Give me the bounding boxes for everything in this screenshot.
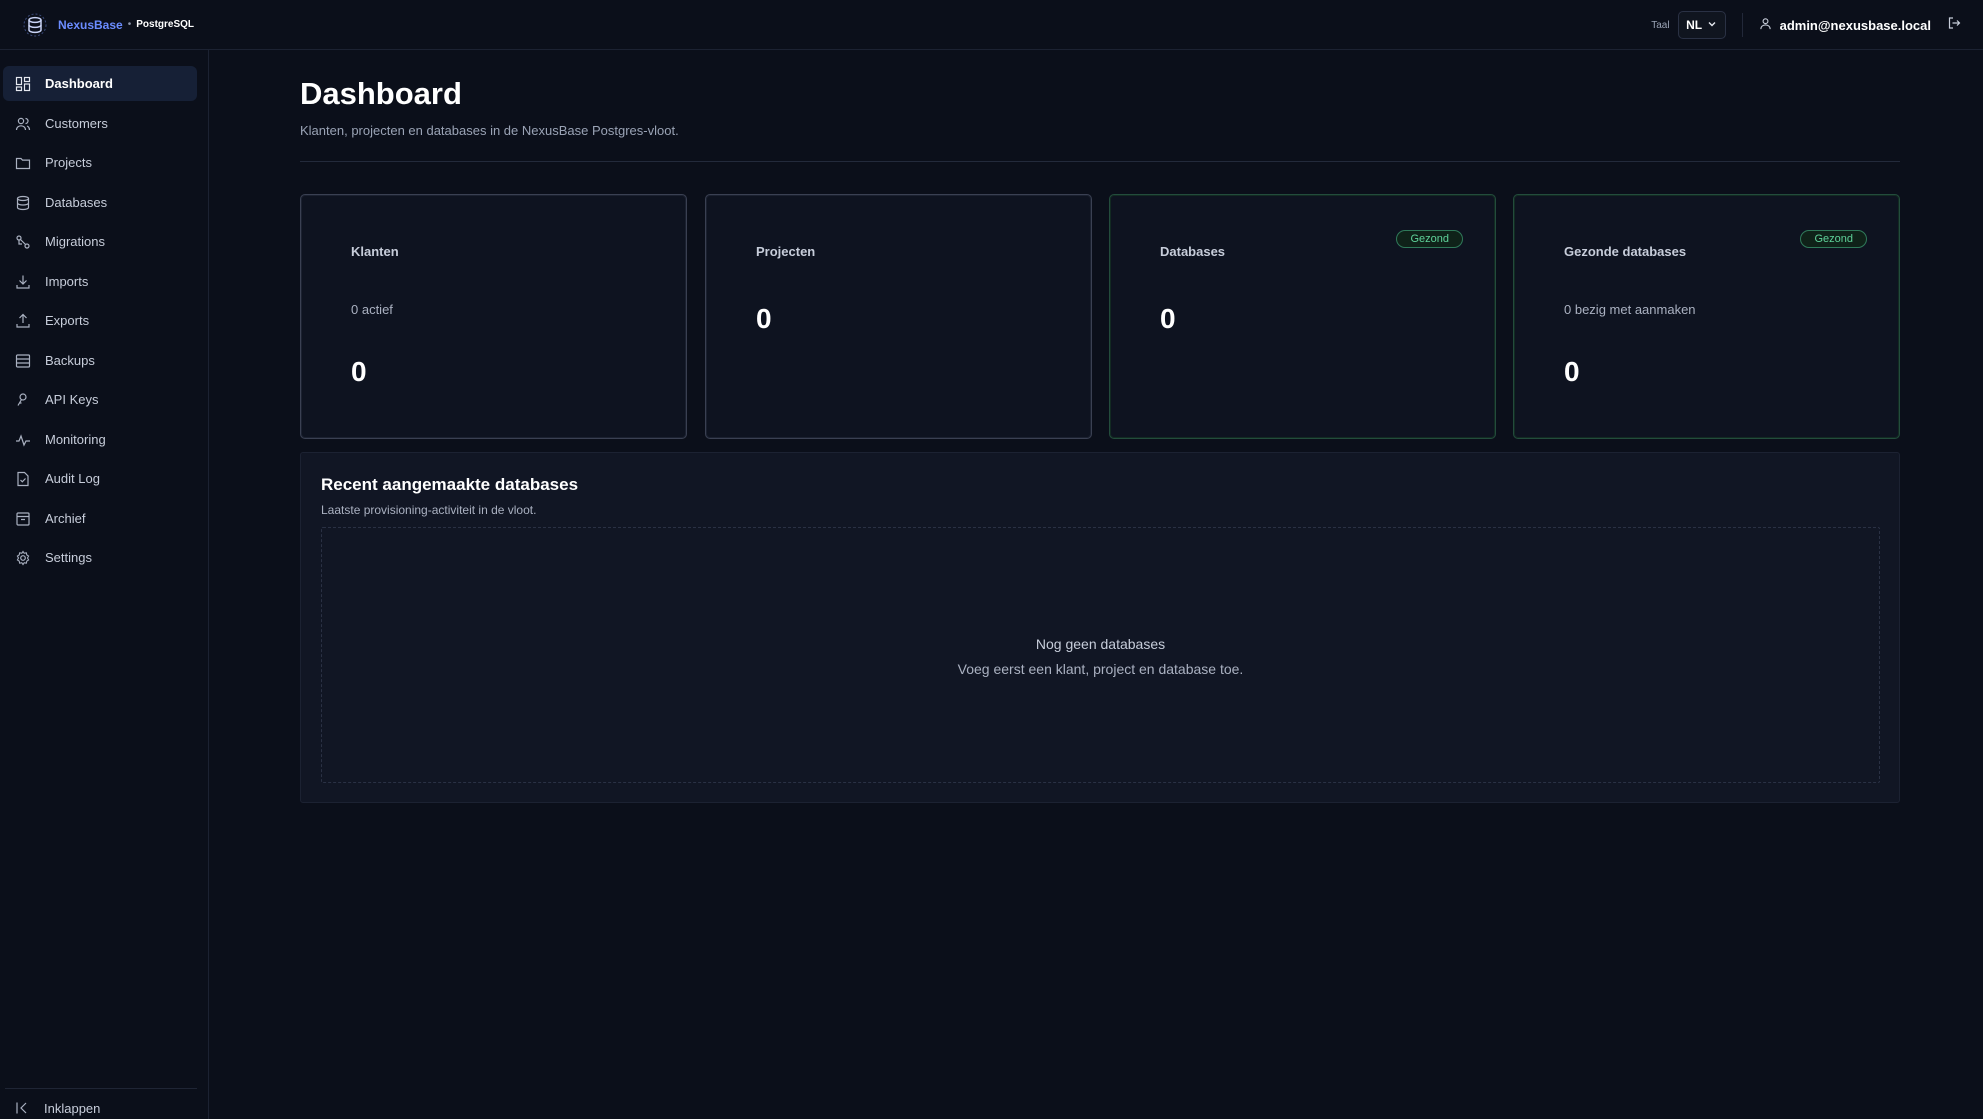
stat-label: Gezonde databases [1564, 244, 1687, 259]
users-icon [15, 116, 31, 132]
page-title: Dashboard [300, 76, 462, 111]
gear-icon [15, 550, 31, 566]
brand-product: PostgreSQL [136, 19, 195, 30]
section-subtitle: Laatste provisioning-activiteit in de vl… [321, 503, 537, 517]
stat-meta: 0 bezig met aanmaken [1564, 302, 1696, 317]
chevron-down-icon [1707, 18, 1717, 32]
stat-value: 0 [1160, 303, 1176, 334]
logout-button[interactable] [1947, 16, 1961, 35]
stat-value: 0 [756, 303, 772, 334]
sidebar-item-settings[interactable]: Settings [3, 540, 197, 575]
sidebar-item-label: Projects [45, 155, 92, 170]
sidebar-item-monitoring[interactable]: Monitoring [3, 422, 197, 457]
nexusbase-logo-icon [22, 12, 48, 38]
sidebar: Dashboard Customers Projects Databases M… [0, 50, 209, 1119]
stat-value: 0 [351, 356, 367, 387]
sidebar-item-label: Settings [45, 550, 92, 565]
brand-separator: • [127, 19, 132, 30]
user-icon [1759, 17, 1772, 33]
sidebar-item-label: Imports [45, 274, 89, 289]
sidebar-footer-divider [5, 1088, 197, 1089]
stat-value: 0 [1564, 356, 1580, 387]
stat-label: Databases [1160, 244, 1226, 259]
sidebar-item-dashboard[interactable]: Dashboard [3, 66, 197, 101]
language-value: NL [1686, 18, 1703, 32]
status-badge: Gezond [1396, 230, 1463, 248]
user-email: admin@nexusbase.local [1779, 17, 1931, 33]
sidebar-item-label: Databases [45, 195, 108, 210]
sidebar-item-databases[interactable]: Databases [3, 185, 197, 220]
sidebar-item-label: Archief [45, 511, 86, 526]
sidebar-item-imports[interactable]: Imports [3, 264, 197, 299]
download-icon [15, 274, 31, 290]
section-title: Recent aangemaakte databases [321, 475, 579, 494]
dashboard-icon [15, 76, 31, 92]
brand-name: NexusBase [58, 17, 123, 32]
collapse-label: Inklappen [44, 1100, 101, 1116]
sidebar-item-label: API Keys [45, 392, 99, 407]
sidebar-item-archief[interactable]: Archief [3, 501, 197, 536]
sidebar-item-customers[interactable]: Customers [3, 106, 197, 141]
collapse-sidebar-button[interactable]: Inklappen [14, 1100, 100, 1116]
header-divider [300, 161, 1900, 162]
logout-icon [1947, 16, 1961, 35]
empty-state-title: Nog geen databases [1035, 636, 1166, 652]
sidebar-item-label: Audit Log [45, 471, 100, 486]
stat-meta: 0 actief [351, 302, 393, 317]
archive-box-icon [15, 353, 31, 369]
empty-state-subtitle: Voeg eerst een klant, project en databas… [957, 661, 1244, 677]
sidebar-item-exports[interactable]: Exports [3, 303, 197, 338]
file-icon [15, 471, 31, 487]
header-divider [1741, 13, 1743, 37]
key-icon [15, 392, 31, 408]
stat-label: Projecten [756, 244, 816, 259]
recent-databases-panel: Recent aangemaakte databases Laatste pro… [300, 452, 1900, 803]
sidebar-item-label: Backups [45, 353, 95, 368]
archive-icon [15, 511, 31, 527]
brand[interactable]: NexusBase • PostgreSQL [22, 12, 194, 38]
sidebar-item-api-keys[interactable]: API Keys [3, 382, 197, 417]
language-label: Taal [1651, 19, 1670, 31]
migrations-icon [15, 234, 31, 250]
top-bar: NexusBase • PostgreSQL Taal NL admin@nex… [0, 0, 1983, 50]
sidebar-item-backups[interactable]: Backups [3, 343, 197, 378]
stat-card-databases[interactable]: Gezond Databases 0 [1109, 194, 1496, 439]
language-select[interactable]: NL [1677, 11, 1726, 39]
stat-card-healthy-databases[interactable]: Gezond Gezonde databases 0 bezig met aan… [1513, 194, 1900, 439]
user-menu[interactable]: admin@nexusbase.local [1759, 17, 1931, 33]
upload-icon [15, 313, 31, 329]
stat-label: Klanten [351, 244, 399, 259]
sidebar-item-label: Migrations [45, 234, 105, 249]
sidebar-item-label: Dashboard [45, 76, 113, 91]
sidebar-item-label: Customers [45, 116, 108, 131]
sidebar-item-label: Exports [45, 313, 90, 328]
sidebar-item-projects[interactable]: Projects [3, 145, 197, 180]
collapse-icon [14, 1100, 30, 1116]
sidebar-item-audit-log[interactable]: Audit Log [3, 461, 197, 496]
page-subtitle: Klanten, projecten en databases in de Ne… [300, 123, 679, 138]
status-badge: Gezond [1800, 230, 1867, 248]
database-icon [15, 195, 31, 211]
stat-card-klanten[interactable]: Klanten 0 actief 0 [300, 194, 687, 439]
empty-state: Nog geen databases Voeg eerst een klant,… [321, 527, 1880, 783]
stat-card-projecten[interactable]: Projecten 0 [705, 194, 1092, 439]
folder-icon [15, 155, 31, 171]
sidebar-item-migrations[interactable]: Migrations [3, 224, 197, 259]
sidebar-item-label: Monitoring [45, 432, 106, 447]
activity-icon [15, 432, 31, 448]
